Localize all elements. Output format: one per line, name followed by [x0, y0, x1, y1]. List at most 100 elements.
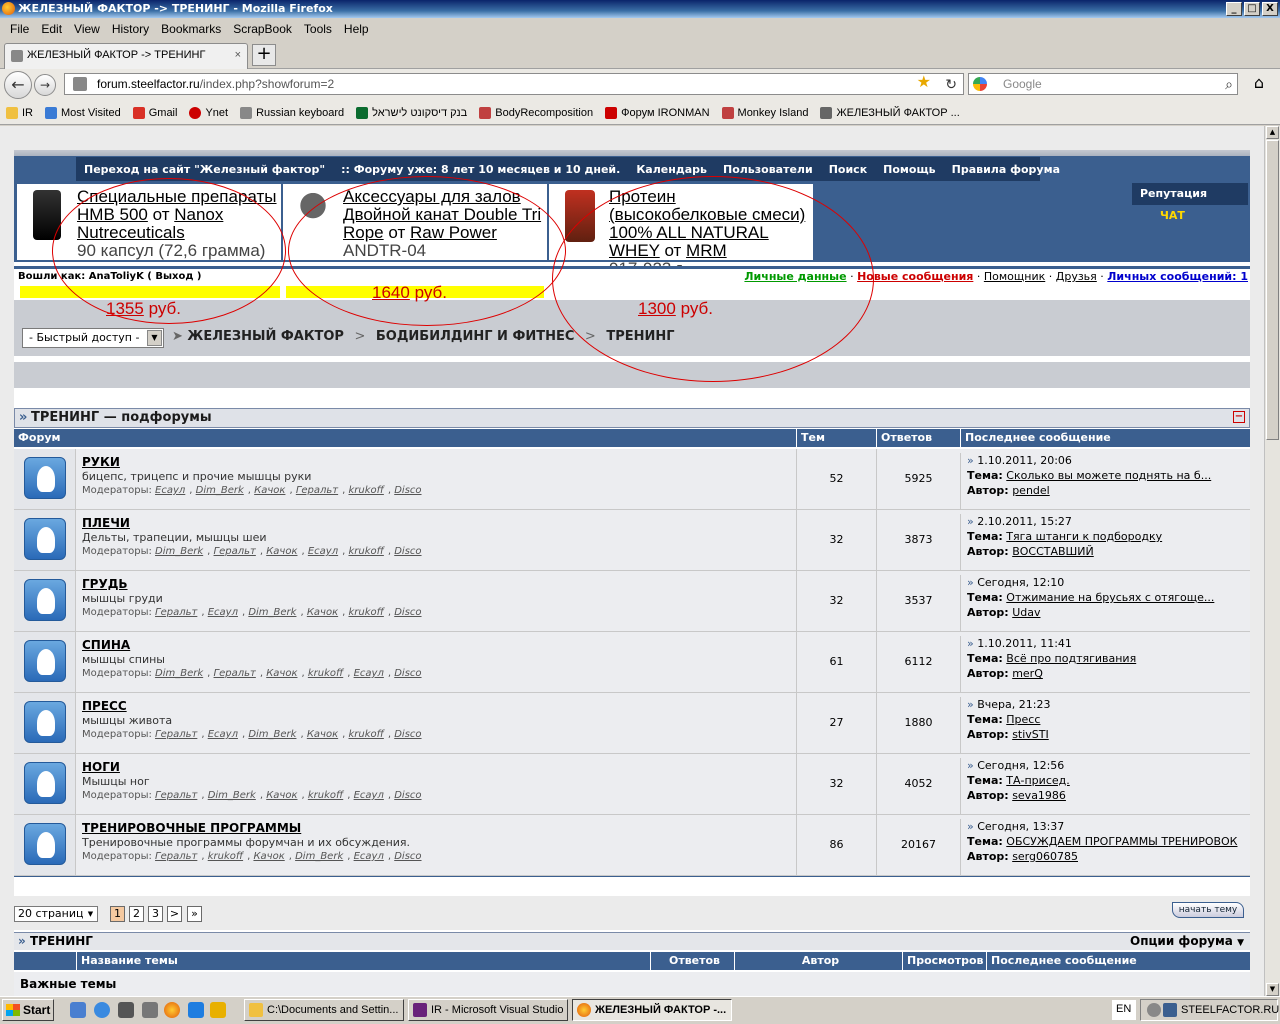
last-post-arrow-icon[interactable]: » [967, 576, 977, 589]
start-button[interactable]: Start [2, 999, 54, 1021]
forum-options-button[interactable]: Опции форума ▼ [1130, 933, 1244, 952]
last-post-author-link[interactable]: ВОССТАВШИЙ [1012, 545, 1094, 558]
moderator-link[interactable]: Качок [307, 729, 338, 740]
last-post-author-link[interactable]: seva1986 [1012, 789, 1066, 802]
last-post-topic-link[interactable]: Всё про подтягивания [1006, 652, 1136, 665]
ad-category[interactable]: Аксессуары для залов [343, 188, 543, 206]
moderator-link[interactable]: Качок [266, 668, 297, 679]
collapse-icon[interactable]: − [1233, 411, 1245, 423]
page-last[interactable]: » [187, 906, 202, 922]
moderator-link[interactable]: Disco [394, 485, 421, 496]
forum-title-link[interactable]: ТРЕНИРОВОЧНЫЕ ПРОГРАММЫ [82, 821, 792, 835]
moderator-link[interactable]: Качок [266, 546, 297, 557]
moderator-link[interactable]: Качок [253, 851, 284, 862]
ad-price-3[interactable]: 1300 руб. [638, 299, 713, 319]
ad-banner-1[interactable]: Специальные препараты HMB 500 от Nanox N… [16, 183, 282, 261]
ad-banner-3[interactable]: Протеин (высокобелковые смеси) 100% ALL … [548, 183, 814, 278]
last-post-topic-link[interactable]: Сколько вы можете поднять на б... [1006, 469, 1211, 482]
menu-file[interactable]: File [4, 22, 35, 36]
last-post-topic-link[interactable]: ТА-присед. [1006, 774, 1069, 787]
menu-help[interactable]: Help [338, 22, 375, 36]
bookmark-most-visited[interactable]: Most Visited [39, 106, 127, 119]
moderator-link[interactable]: Есаул [208, 729, 238, 740]
new-topic-button[interactable]: начать тему [1172, 902, 1244, 918]
menu-edit[interactable]: Edit [35, 22, 68, 36]
tray-app-icon[interactable] [1163, 1003, 1177, 1017]
muscle-group-icon[interactable] [24, 701, 66, 743]
quicklaunch-ie-icon[interactable] [94, 1002, 110, 1018]
search-input[interactable]: Google ⌕ [968, 73, 1238, 95]
ad-banner-2[interactable]: Аксессуары для залов Двойной канат Doubl… [282, 183, 548, 261]
scroll-up-icon[interactable]: ▲ [1266, 126, 1279, 139]
moderator-link[interactable]: Disco [394, 546, 421, 557]
moderator-link[interactable]: Есаул [354, 851, 384, 862]
nav-help[interactable]: Помощь [875, 163, 943, 176]
menu-scrapbook[interactable]: ScrapBook [227, 22, 298, 36]
moderator-link[interactable]: Качок [307, 607, 338, 618]
bookmark-gmail[interactable]: Gmail [127, 106, 184, 119]
page-2[interactable]: 2 [129, 906, 144, 922]
moderator-link[interactable]: Есаул [354, 668, 384, 679]
quicklaunch-app-icon[interactable] [210, 1002, 226, 1018]
bookmark-ynet[interactable]: Ynet [183, 106, 234, 119]
ad-category[interactable]: Специальные препараты [77, 188, 277, 206]
moderator-link[interactable]: Dim_Berk [196, 485, 244, 496]
moderator-link[interactable]: krukoff [348, 729, 383, 740]
moderator-link[interactable]: Есаул [354, 790, 384, 801]
moderator-link[interactable]: Disco [394, 607, 421, 618]
language-indicator[interactable]: EN [1112, 1000, 1136, 1020]
bookmark-steelfactor[interactable]: ЖЕЛЕЗНЫЙ ФАКТОР ... [814, 106, 965, 119]
crumb-section[interactable]: БОДИБИЛДИНГ И ФИТНЕС [376, 329, 575, 344]
moderator-link[interactable]: Dim_Berk [248, 607, 296, 618]
ad-brand[interactable]: Raw Power [410, 223, 497, 242]
last-post-topic-link[interactable]: ОБСУЖДАЕМ ПРОГРАММЫ ТРЕНИРОВОК [1006, 835, 1237, 848]
last-post-author-link[interactable]: Udav [1012, 606, 1040, 619]
muscle-group-icon[interactable] [24, 457, 66, 499]
last-post-author-link[interactable]: serg060785 [1012, 850, 1078, 863]
home-button[interactable]: ⌂ [1244, 72, 1274, 96]
muscle-group-icon[interactable] [24, 579, 66, 621]
scroll-down-icon[interactable]: ▼ [1266, 983, 1279, 996]
taskbar-firefox[interactable]: ЖЕЛЕЗНЫЙ ФАКТОР -... [572, 999, 732, 1021]
menu-history[interactable]: History [106, 22, 155, 36]
moderator-link[interactable]: Dim_Berk [155, 546, 203, 557]
menu-tools[interactable]: Tools [298, 22, 338, 36]
moderator-link[interactable]: Disco [394, 851, 421, 862]
quicklaunch-app-icon[interactable] [142, 1002, 158, 1018]
muscle-group-icon[interactable] [24, 762, 66, 804]
moderator-link[interactable]: krukoff [208, 851, 243, 862]
nav-search[interactable]: Поиск [821, 163, 875, 176]
moderator-link[interactable]: Геральт [155, 729, 197, 740]
nav-rules[interactable]: Правила форума [944, 163, 1068, 176]
moderator-link[interactable]: Dim_Berk [248, 729, 296, 740]
last-post-author-link[interactable]: stivSTI [1012, 728, 1049, 741]
last-post-arrow-icon[interactable]: » [967, 454, 977, 467]
forum-title-link[interactable]: НОГИ [82, 760, 792, 774]
moderator-link[interactable]: Есаул [155, 485, 185, 496]
moderator-link[interactable]: krukoff [348, 546, 383, 557]
last-post-topic-link[interactable]: Тяга штанги к подбородку [1006, 530, 1162, 543]
menu-view[interactable]: View [68, 22, 106, 36]
minimize-button[interactable]: _ [1226, 2, 1242, 16]
moderator-link[interactable]: Качок [266, 790, 297, 801]
last-post-author-link[interactable]: merQ [1012, 667, 1043, 680]
last-post-arrow-icon[interactable]: » [967, 820, 977, 833]
page-3[interactable]: 3 [148, 906, 163, 922]
bookmark-ir[interactable]: IR [0, 106, 39, 119]
taskbar-visual-studio[interactable]: IR - Microsoft Visual Studio [408, 999, 568, 1021]
quicklaunch-desktop-icon[interactable] [70, 1002, 86, 1018]
new-messages-link[interactable]: Новые сообщения [857, 270, 973, 283]
tray-chat-icon[interactable] [1147, 1003, 1161, 1017]
new-tab-button[interactable]: + [252, 44, 276, 66]
ad-price-2[interactable]: 1640 руб. [372, 283, 447, 303]
last-post-arrow-icon[interactable]: » [967, 698, 977, 711]
bookmark-discount-bank[interactable]: בנק דיסקונט לישראל [350, 106, 473, 119]
moderator-link[interactable]: Геральт [296, 485, 338, 496]
moderator-link[interactable]: Геральт [214, 668, 256, 679]
muscle-group-icon[interactable] [24, 640, 66, 682]
forum-title-link[interactable]: ГРУДЬ [82, 577, 792, 591]
menu-bookmarks[interactable]: Bookmarks [155, 22, 227, 36]
quick-access-select[interactable]: - Быстрый доступ - ▼ [22, 328, 164, 348]
muscle-group-icon[interactable] [24, 518, 66, 560]
forward-button[interactable]: → [34, 74, 56, 96]
